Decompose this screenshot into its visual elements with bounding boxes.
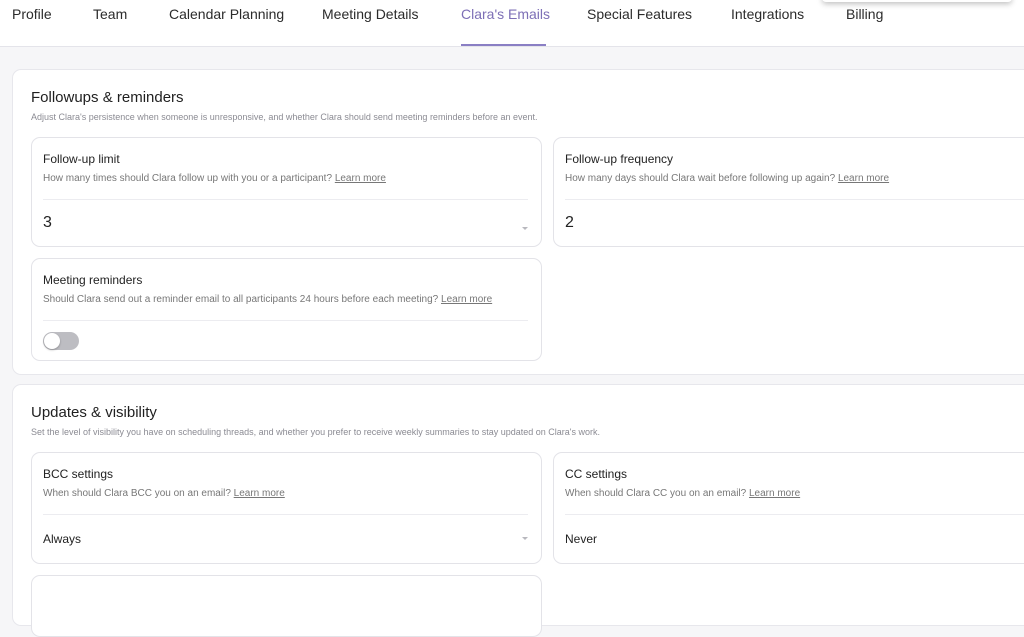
tab-team[interactable]: Team <box>93 6 127 22</box>
learn-more-link[interactable]: Learn more <box>335 173 386 184</box>
follow-up-limit-card: Follow-up limit How many times should Cl… <box>31 137 542 247</box>
meeting-reminders-card: Meeting reminders Should Clara send out … <box>31 258 542 361</box>
bcc-settings-card: BCC settings When should Clara BCC you o… <box>31 452 542 564</box>
card-description-text: When should Clara CC you on an email? <box>565 488 747 499</box>
card-description-text: Should Clara send out a reminder email t… <box>43 294 439 305</box>
tab-calendar-planning[interactable]: Calendar Planning <box>169 6 284 22</box>
card-title: BCC settings <box>43 467 114 481</box>
tab-integrations[interactable]: Integrations <box>731 6 804 22</box>
divider <box>565 199 1024 200</box>
follow-up-frequency-card: Follow-up frequency How many days should… <box>553 137 1024 247</box>
learn-more-link[interactable]: Learn more <box>441 294 492 305</box>
follow-up-frequency-select[interactable]: 2 <box>565 214 574 232</box>
card-description-text: How many times should Clara follow up wi… <box>43 173 333 184</box>
section-description: Set the level of visibility you have on … <box>31 427 601 437</box>
card-description-text: When should Clara BCC you on an email? <box>43 488 231 499</box>
card-description-text: How many days should Clara wait before f… <box>565 173 836 184</box>
learn-more-link[interactable]: Learn more <box>234 488 285 499</box>
bcc-settings-select[interactable]: Always <box>43 532 81 546</box>
section-description: Adjust Clara's persistence when someone … <box>31 112 538 122</box>
cc-settings-select[interactable]: Never <box>565 532 597 546</box>
follow-up-limit-select[interactable]: 3 <box>43 214 52 232</box>
settings-tab-bar: Profile Team Calendar Planning Meeting D… <box>0 0 1024 47</box>
followups-reminders-section: Followups & reminders Adjust Clara's per… <box>12 69 1024 375</box>
divider <box>43 514 528 515</box>
card-description: When should Clara BCC you on an email? L… <box>43 488 285 499</box>
cc-settings-card: CC settings When should Clara CC you on … <box>553 452 1024 564</box>
floating-popup-edge <box>822 0 1012 2</box>
tab-profile[interactable]: Profile <box>12 6 52 22</box>
tab-claras-emails[interactable]: Clara's Emails <box>461 6 550 22</box>
card-description: How many days should Clara wait before f… <box>565 173 889 184</box>
chevron-down-icon[interactable] <box>522 537 528 540</box>
chevron-down-icon[interactable] <box>522 227 528 230</box>
active-tab-indicator <box>461 44 546 46</box>
card-title: Follow-up limit <box>43 152 120 166</box>
card-description: When should Clara CC you on an email? Le… <box>565 488 800 499</box>
divider <box>43 199 528 200</box>
learn-more-link[interactable]: Learn more <box>838 173 889 184</box>
learn-more-link[interactable]: Learn more <box>749 488 800 499</box>
next-setting-card <box>31 575 542 637</box>
card-description: How many times should Clara follow up wi… <box>43 173 386 184</box>
tab-billing[interactable]: Billing <box>846 6 883 22</box>
card-description: Should Clara send out a reminder email t… <box>43 294 492 305</box>
meeting-reminders-toggle[interactable] <box>43 332 79 350</box>
card-title: Meeting reminders <box>43 273 143 287</box>
card-title: CC settings <box>565 467 628 481</box>
divider <box>43 320 528 321</box>
section-title: Followups & reminders <box>31 89 184 106</box>
toggle-knob <box>44 333 60 349</box>
tab-meeting-details[interactable]: Meeting Details <box>322 6 419 22</box>
divider <box>565 514 1024 515</box>
section-title: Updates & visibility <box>31 404 157 421</box>
card-title: Follow-up frequency <box>565 152 674 166</box>
tab-special-features[interactable]: Special Features <box>587 6 692 22</box>
